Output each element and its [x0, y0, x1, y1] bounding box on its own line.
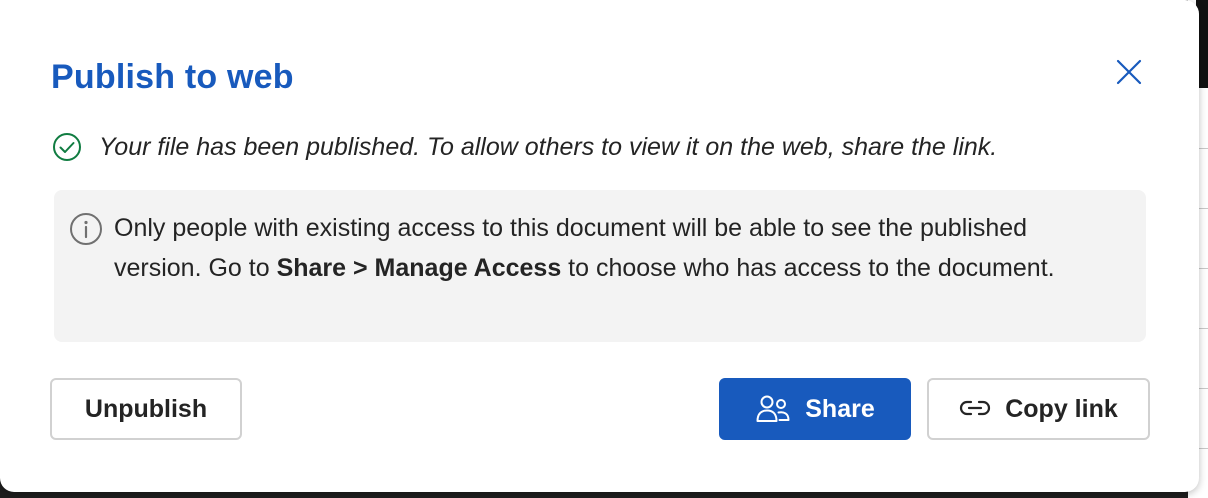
info-icon [69, 212, 103, 246]
people-icon [755, 394, 791, 424]
info-message: Only people with existing access to this… [114, 208, 1114, 288]
share-label: Share [805, 394, 875, 423]
unpublish-label: Unpublish [84, 394, 208, 423]
share-button[interactable]: Share [719, 378, 911, 440]
publish-dialog: Publish to web Your file has been publis… [0, 0, 1199, 492]
checkmark-circle-icon [52, 131, 84, 163]
copy-link-label: Copy link [1005, 394, 1118, 423]
close-button[interactable] [1110, 53, 1148, 91]
success-message: Your file has been published. To allow o… [99, 132, 998, 161]
success-message-row: Your file has been published. To allow o… [52, 131, 997, 163]
share-manage-access-path: Share > Manage Access [276, 254, 562, 282]
unpublish-button[interactable]: Unpublish [50, 378, 242, 440]
info-text-end: to choose who has access to the document… [561, 254, 1055, 282]
link-icon [959, 399, 991, 419]
info-message-box: Only people with existing access to this… [54, 190, 1146, 342]
close-icon [1116, 59, 1142, 85]
dialog-title: Publish to web [51, 58, 294, 96]
copy-link-button[interactable]: Copy link [927, 378, 1150, 440]
